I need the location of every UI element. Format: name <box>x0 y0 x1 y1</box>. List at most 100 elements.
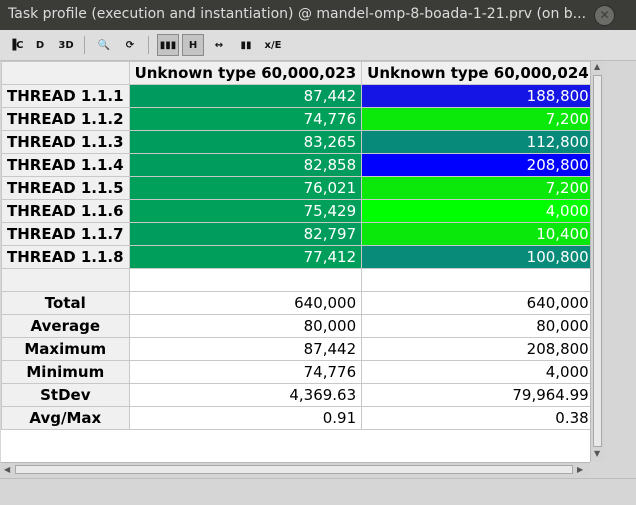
histogram-2d-icon: D <box>35 39 45 51</box>
horizontal-mode-icon: H <box>188 39 198 51</box>
separator-row <box>1 268 590 292</box>
toolbar: ▐C D 3D 🔍 ⟳ ▮▮▮ H ↔ ▮▮ x/E <box>0 30 636 61</box>
stat-value[interactable]: 80,000 <box>361 314 590 338</box>
empty-cell <box>1 268 130 292</box>
stat-label: Average <box>1 314 130 338</box>
value-cell[interactable]: 77,412 <box>128 245 363 269</box>
window-title: Task profile (execution and instantiatio… <box>8 6 587 22</box>
value-cell[interactable]: 7,200 <box>361 107 590 131</box>
corner-cell <box>1 61 130 85</box>
stat-value[interactable]: 640,000 <box>361 291 590 315</box>
table-row: THREAD 1.1.7 82,797 10,400 <box>1 222 590 246</box>
value-cell[interactable]: 188,800 <box>361 84 590 108</box>
stat-value[interactable]: 4,000 <box>361 360 590 384</box>
stat-row: Total 640,000 640,000 <box>1 291 590 315</box>
stat-row: Average 80,000 80,000 <box>1 314 590 338</box>
scroll-right-icon[interactable]: ▶ <box>577 465 583 474</box>
stat-row: Maximum 87,442 208,800 <box>1 337 590 361</box>
stat-label: Minimum <box>1 360 130 384</box>
stat-label: StDev <box>1 383 130 407</box>
table-row: THREAD 1.1.4 82,858 208,800 <box>1 153 590 177</box>
stat-row: Avg/Max 0.91 0.38 <box>1 406 590 430</box>
close-icon: ✕ <box>599 8 610 22</box>
table-row: THREAD 1.1.8 77,412 100,800 <box>1 245 590 269</box>
scroll-up-icon[interactable]: ▲ <box>594 62 600 71</box>
stat-row: StDev 4,369.63 79,964.99 <box>1 383 590 407</box>
scroll-left-icon[interactable]: ◀ <box>4 465 10 474</box>
data-table: Unknown type 60,000,023 Unknown type 60,… <box>1 61 590 430</box>
horizontal-scrollbar[interactable]: ◀ ▶ <box>1 462 590 477</box>
horizontal-mode-button[interactable]: H <box>182 34 204 56</box>
scientific-notation-icon: x/E <box>264 39 282 51</box>
title-bar: Task profile (execution and instantiatio… <box>0 0 636 30</box>
value-cell[interactable]: 100,800 <box>361 245 590 269</box>
toolbar-separator <box>84 36 85 54</box>
row-header[interactable]: THREAD 1.1.7 <box>1 222 130 246</box>
table-row: THREAD 1.1.1 87,442 188,800 <box>1 84 590 108</box>
row-header[interactable]: THREAD 1.1.3 <box>1 130 130 154</box>
empty-cell <box>361 268 590 292</box>
status-bar <box>0 478 636 505</box>
histogram-table[interactable]: Unknown type 60,000,023 Unknown type 60,… <box>1 61 590 462</box>
table-row: THREAD 1.1.2 74,776 7,200 <box>1 107 590 131</box>
value-cell[interactable]: 82,797 <box>128 222 363 246</box>
gradient-color-icon: ▮▮▮ <box>159 39 177 51</box>
value-cell[interactable]: 76,021 <box>128 176 363 200</box>
stat-value[interactable]: 80,000 <box>128 314 363 338</box>
value-cell[interactable]: 82,858 <box>128 153 363 177</box>
value-cell[interactable]: 10,400 <box>361 222 590 246</box>
stat-value[interactable]: 4,369.63 <box>128 383 363 407</box>
stat-value[interactable]: 74,776 <box>128 360 363 384</box>
scientific-notation-button[interactable]: x/E <box>262 34 284 56</box>
value-cell[interactable]: 4,000 <box>361 199 590 223</box>
stat-value[interactable]: 0.91 <box>128 406 363 430</box>
value-cell[interactable]: 75,429 <box>128 199 363 223</box>
vertical-scroll-thumb[interactable] <box>593 75 602 447</box>
value-cell[interactable]: 87,442 <box>128 84 363 108</box>
show-semantic-button[interactable]: ▐C <box>5 34 27 56</box>
stat-value[interactable]: 640,000 <box>128 291 363 315</box>
column-header[interactable]: Unknown type 60,000,024 <box>361 61 590 85</box>
row-header[interactable]: THREAD 1.1.4 <box>1 153 130 177</box>
stat-value[interactable]: 87,442 <box>128 337 363 361</box>
row-header[interactable]: THREAD 1.1.1 <box>1 84 130 108</box>
stat-label: Total <box>1 291 130 315</box>
label-colors-button[interactable]: ▮▮ <box>235 34 257 56</box>
show-semantic-icon: ▐C <box>8 39 24 51</box>
stat-value[interactable]: 0.38 <box>361 406 590 430</box>
stat-row: Minimum 74,776 4,000 <box>1 360 590 384</box>
value-cell[interactable]: 112,800 <box>361 130 590 154</box>
value-cell[interactable]: 208,800 <box>361 153 590 177</box>
zoom-icon: 🔍 <box>97 39 111 51</box>
horizontal-scroll-thumb[interactable] <box>15 465 573 474</box>
stat-value[interactable]: 208,800 <box>361 337 590 361</box>
hide-empty-icon: ↔ <box>214 39 224 51</box>
histogram-2d-button[interactable]: D <box>29 34 51 56</box>
histogram-3d-icon: 3D <box>58 39 74 51</box>
row-header[interactable]: THREAD 1.1.5 <box>1 176 130 200</box>
table-row: THREAD 1.1.6 75,429 4,000 <box>1 199 590 223</box>
empty-cell <box>128 268 363 292</box>
hide-empty-button[interactable]: ↔ <box>208 34 230 56</box>
value-cell[interactable]: 7,200 <box>361 176 590 200</box>
value-cell[interactable]: 83,265 <box>128 130 363 154</box>
close-button[interactable]: ✕ <box>594 5 615 26</box>
vertical-scrollbar[interactable]: ▲ ▼ <box>590 61 605 462</box>
row-header[interactable]: THREAD 1.1.8 <box>1 245 130 269</box>
value-cell[interactable]: 74,776 <box>128 107 363 131</box>
histogram-3d-button[interactable]: 3D <box>55 34 77 56</box>
open-control-window-button[interactable]: ⟳ <box>119 34 141 56</box>
toolbar-separator <box>148 36 149 54</box>
stat-label: Maximum <box>1 337 130 361</box>
gradient-color-button[interactable]: ▮▮▮ <box>157 34 179 56</box>
table-row: THREAD 1.1.3 83,265 112,800 <box>1 130 590 154</box>
column-header[interactable]: Unknown type 60,000,023 <box>128 61 363 85</box>
open-control-window-icon: ⟳ <box>125 39 135 51</box>
row-header[interactable]: THREAD 1.1.6 <box>1 199 130 223</box>
stat-value[interactable]: 79,964.99 <box>361 383 590 407</box>
row-header[interactable]: THREAD 1.1.2 <box>1 107 130 131</box>
label-colors-icon: ▮▮ <box>240 39 252 51</box>
zoom-button[interactable]: 🔍 <box>93 34 115 56</box>
scroll-down-icon[interactable]: ▼ <box>594 449 600 458</box>
stat-label: Avg/Max <box>1 406 130 430</box>
